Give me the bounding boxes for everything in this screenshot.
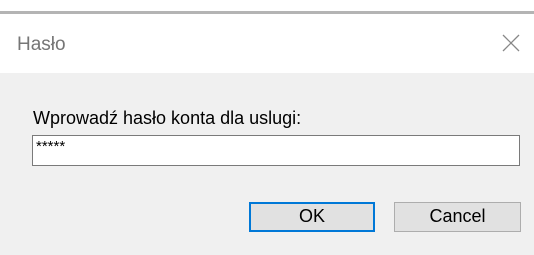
ok-button[interactable]: OK	[249, 202, 375, 232]
close-button[interactable]	[492, 24, 530, 62]
password-field[interactable]: *****	[32, 135, 520, 166]
window-top-edge	[0, 0, 534, 14]
window-title: Hasło	[17, 34, 66, 55]
title-bar: Hasło	[0, 14, 534, 73]
password-prompt-label: Wprowadź hasło konta dla uslugi:	[33, 108, 302, 128]
password-dialog: Hasło Wprowadź hasło konta dla uslugi: *…	[0, 0, 534, 255]
close-icon	[502, 34, 520, 52]
cancel-button[interactable]: Cancel	[394, 202, 521, 232]
dialog-body: Wprowadź hasło konta dla uslugi: ***** O…	[0, 73, 534, 255]
password-mask: *****	[36, 138, 66, 155]
